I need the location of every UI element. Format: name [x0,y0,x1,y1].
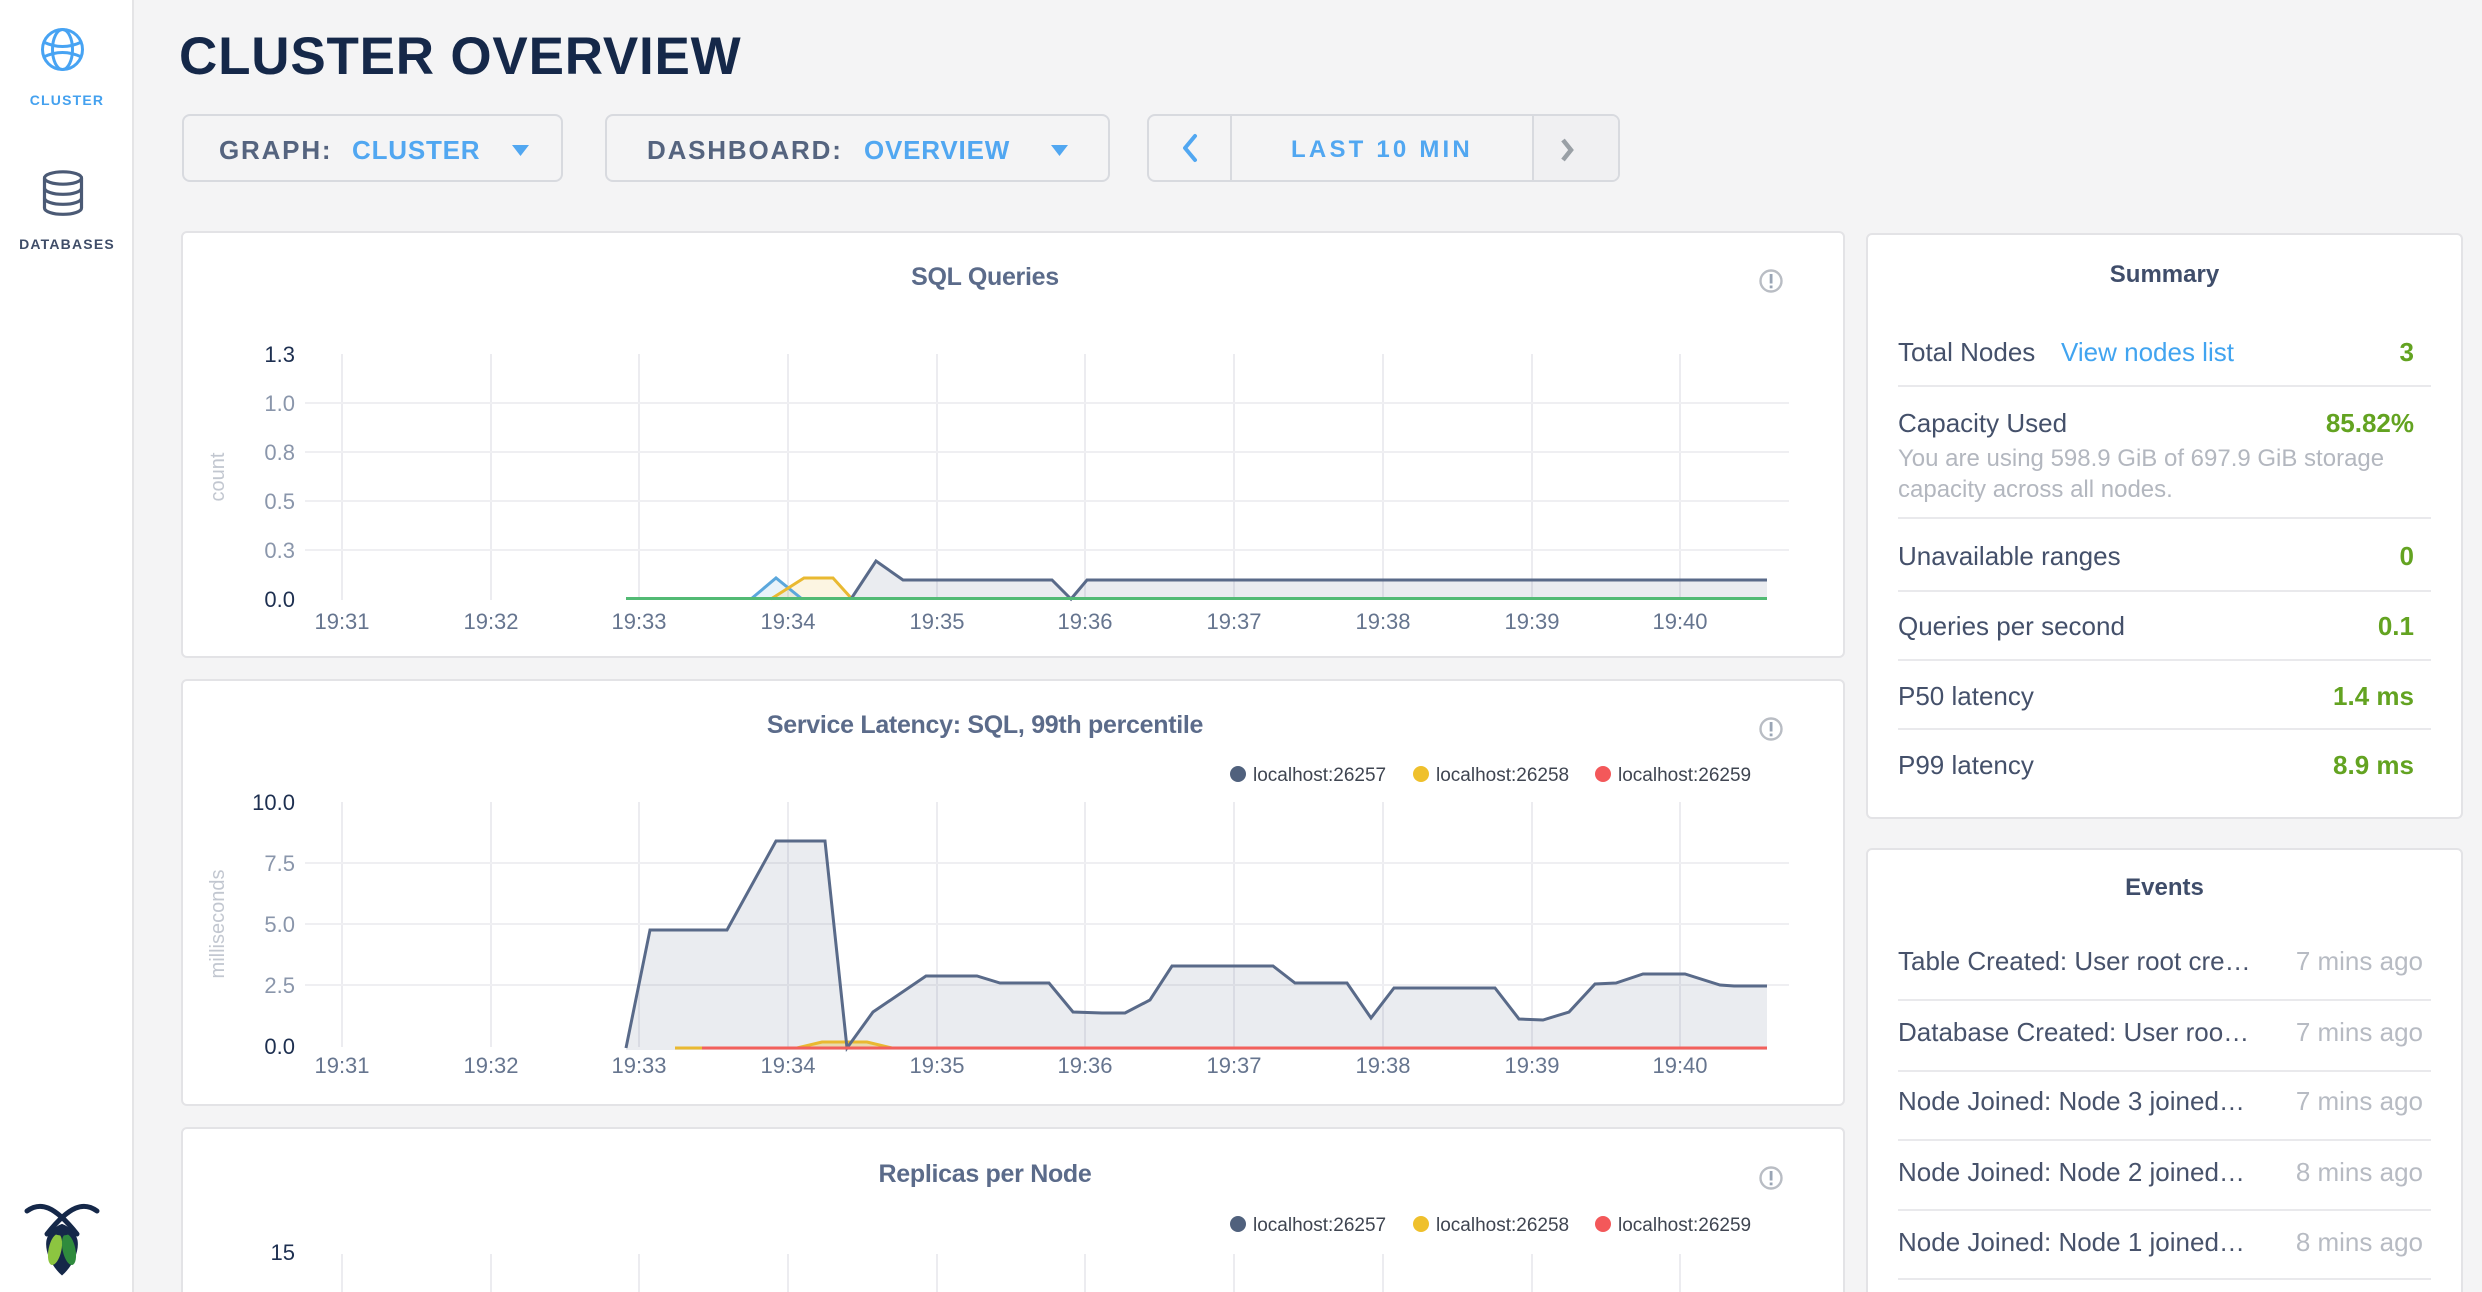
svg-text:localhost:26257: localhost:26257 [1253,765,1386,786]
svg-text:19:36: 19:36 [1057,1053,1112,1078]
svg-text:0.0: 0.0 [264,1034,295,1059]
svg-text:10.0: 10.0 [252,790,295,815]
svg-text:1.0: 1.0 [264,391,295,416]
svg-text:0.8: 0.8 [264,440,295,465]
svg-text:19:40: 19:40 [1652,1053,1707,1078]
svg-text:19:34: 19:34 [760,1053,815,1078]
svg-text:19:36: 19:36 [1057,609,1112,634]
svg-text:milliseconds: milliseconds [207,870,229,979]
svg-text:19:37: 19:37 [1206,1053,1261,1078]
svg-text:19:32: 19:32 [463,1053,518,1078]
svg-text:15: 15 [271,1240,295,1265]
svg-text:19:35: 19:35 [909,609,964,634]
svg-text:19:38: 19:38 [1355,1053,1410,1078]
svg-text:19:35: 19:35 [909,1053,964,1078]
svg-text:19:38: 19:38 [1355,609,1410,634]
svg-text:count: count [207,452,229,501]
svg-text:localhost:26258: localhost:26258 [1436,765,1569,786]
svg-text:19:32: 19:32 [463,609,518,634]
svg-text:5.0: 5.0 [264,912,295,937]
svg-text:19:39: 19:39 [1504,609,1559,634]
svg-text:localhost:26259: localhost:26259 [1618,765,1751,786]
svg-text:19:31: 19:31 [314,609,369,634]
svg-text:localhost:26259: localhost:26259 [1618,1215,1751,1236]
svg-text:19:40: 19:40 [1652,609,1707,634]
svg-text:0.5: 0.5 [264,489,295,514]
svg-text:localhost:26258: localhost:26258 [1436,1215,1569,1236]
svg-text:1.3: 1.3 [264,342,295,367]
svg-text:0.3: 0.3 [264,538,295,563]
svg-text:localhost:26257: localhost:26257 [1253,1215,1386,1236]
svg-text:19:33: 19:33 [611,1053,666,1078]
svg-text:19:34: 19:34 [760,609,815,634]
svg-text:2.5: 2.5 [264,973,295,998]
svg-text:19:31: 19:31 [314,1053,369,1078]
svg-text:0.0: 0.0 [264,587,295,612]
svg-text:19:39: 19:39 [1504,1053,1559,1078]
svg-text:19:33: 19:33 [611,609,666,634]
svg-text:19:37: 19:37 [1206,609,1261,634]
svg-text:7.5: 7.5 [264,851,295,876]
